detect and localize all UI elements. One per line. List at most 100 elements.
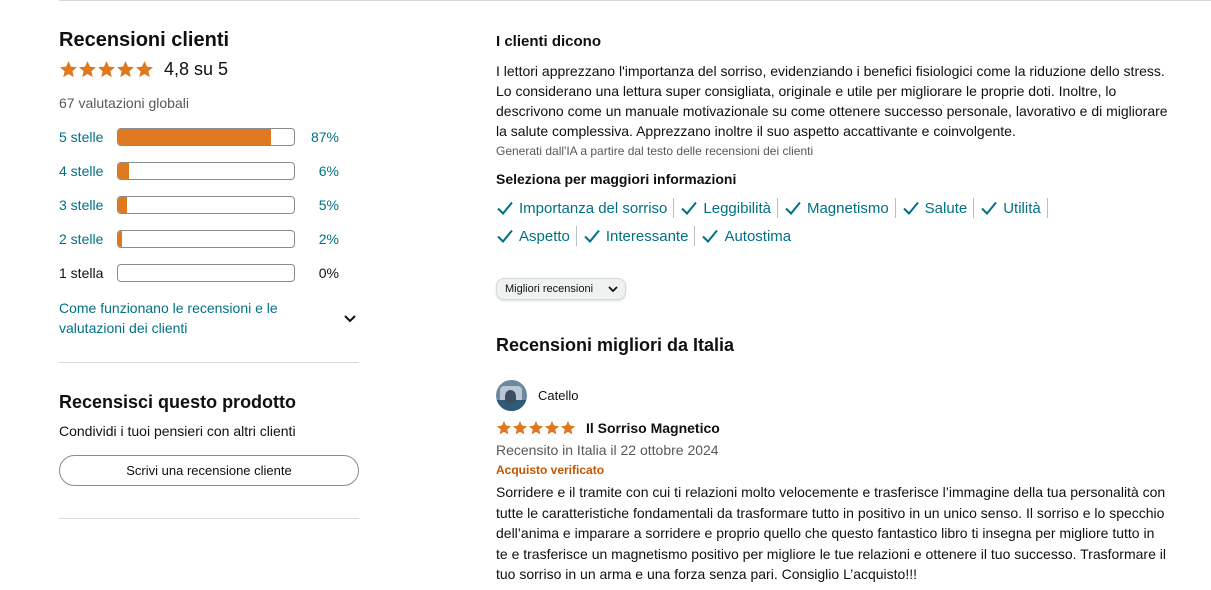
review-title-row[interactable]: Il Sorriso Magnetico — [496, 417, 1176, 439]
aspect-chip[interactable]: Magnetismo — [784, 194, 889, 222]
avatar — [496, 380, 527, 411]
histogram-bar — [117, 230, 295, 248]
ratings-panel: Recensioni clienti 4,8 su 5 67 valutazio… — [59, 28, 359, 519]
ai-generated-note: Generati dall'IA a partire dal testo del… — [496, 144, 814, 158]
histogram-percent: 6% — [318, 163, 339, 179]
histogram-bar-fill — [118, 231, 122, 247]
aspect-chip[interactable]: Salute — [902, 194, 968, 222]
aspect-chips: Importanza del sorriso Leggibilità Magneti… — [496, 194, 1116, 250]
chevron-down-icon — [608, 286, 618, 293]
average-rating[interactable]: 4,8 su 5 — [59, 57, 359, 81]
aspect-chip-label: Interessante — [605, 227, 689, 245]
aspect-chip[interactable]: Interessante — [583, 222, 689, 250]
star-icon — [560, 420, 576, 435]
aspect-separator — [1046, 198, 1048, 218]
aspect-separator — [575, 226, 577, 246]
check-icon — [497, 201, 513, 215]
verified-purchase-badge: Acquisto verificato — [496, 463, 605, 477]
histogram-percent: 0% — [318, 265, 339, 281]
check-icon — [702, 229, 719, 243]
ai-summary-text: I lettori apprezzano l'importanza del so… — [496, 63, 1168, 139]
review-stars — [496, 420, 576, 436]
histogram-label: 4 stelle — [59, 163, 104, 179]
histogram-percent: 5% — [318, 197, 339, 213]
aspect-chip-label: Magnetismo — [806, 199, 889, 217]
average-stars — [59, 60, 154, 79]
review-product-title: Recensisci questo prodotto — [59, 392, 297, 412]
select-more-info-title: Seleziona per maggiori informazioni — [496, 171, 737, 187]
histogram-bar — [117, 196, 295, 214]
histogram-label: 2 stelle — [59, 231, 104, 247]
aspect-chip-label: Autostima — [724, 227, 792, 245]
check-icon — [981, 201, 997, 215]
histogram-bar — [117, 162, 295, 180]
review-product-section: Recensisci questo prodotto Condividi i t… — [59, 390, 359, 486]
section-divider — [59, 362, 359, 363]
star-icon — [79, 60, 96, 77]
average-rating-text: 4,8 su 5 — [164, 58, 229, 79]
histogram-label: 1 stella — [59, 265, 104, 281]
sort-dropdown[interactable]: Migliori recensioni — [496, 278, 627, 300]
histogram-bar-fill — [118, 163, 129, 179]
section-divider — [59, 518, 359, 519]
top-divider — [59, 0, 1211, 1]
rating-histogram: 5 stelle 87% 4 stelle 6% 3 stelle 5% 2 stelle 2… — [59, 120, 359, 290]
how-reviews-work-label: Come funzionano le recensioni e le valut… — [59, 300, 278, 336]
histogram-row[interactable]: 2 stelle 2% — [59, 222, 359, 256]
reviews-main: I clienti dicono I lettori apprezzano l'… — [496, 32, 1176, 585]
star-icon — [136, 60, 153, 77]
histogram-label: 5 stelle — [59, 129, 104, 145]
histogram-percent: 87% — [310, 129, 339, 145]
reviewer-profile[interactable]: Catello — [496, 380, 1176, 411]
histogram-bar — [117, 264, 295, 282]
histogram-row[interactable]: 5 stelle 87% — [59, 120, 359, 154]
sort-dropdown-value: Migliori recensioni — [505, 283, 594, 295]
aspect-separator — [673, 198, 675, 218]
star-icon — [544, 420, 560, 435]
histogram-row[interactable]: 3 stelle 5% — [59, 188, 359, 222]
star-icon — [60, 60, 77, 77]
check-icon — [902, 201, 919, 215]
aspect-chip[interactable]: Utilità — [980, 194, 1041, 222]
aspect-chip-label: Leggibilità — [703, 199, 771, 217]
customers-say-title: I clienti dicono — [496, 33, 602, 50]
top-reviews-title: Recensioni migliori da Italia — [496, 335, 735, 355]
review-title: Il Sorriso Magnetico — [586, 420, 720, 436]
aspect-chip[interactable]: Leggibilità — [680, 194, 771, 222]
histogram-bar — [117, 128, 295, 146]
aspect-chip-label: Aspetto — [519, 227, 570, 245]
star-icon — [117, 60, 134, 77]
aspect-chip-label: Utilità — [1003, 199, 1041, 217]
review-body: Sorridere e il tramite con cui ti relazi… — [496, 484, 1166, 582]
histogram-row[interactable]: 4 stelle 6% — [59, 154, 359, 188]
review-product-subtitle: Condividi i tuoi pensieri con altri clie… — [59, 423, 296, 439]
histogram-percent: 2% — [318, 231, 339, 247]
histogram-bar-fill — [118, 197, 127, 213]
check-icon — [681, 201, 698, 215]
aspect-separator — [694, 226, 696, 246]
check-icon — [584, 229, 600, 243]
ratings-title: Recensioni clienti — [59, 29, 230, 51]
aspect-separator — [776, 198, 778, 218]
histogram-row: 1 stella 0% — [59, 256, 359, 290]
global-ratings-count: 67 valutazioni globali — [59, 95, 189, 111]
aspect-separator — [894, 198, 896, 218]
aspect-chip-label: Salute — [924, 199, 968, 217]
star-icon — [512, 420, 528, 435]
review-date: Recensito in Italia il 22 ottobre 2024 — [496, 442, 719, 458]
aspect-chip[interactable]: Importanza del sorriso — [496, 194, 667, 222]
aspect-chip-label: Importanza del sorriso — [519, 199, 668, 217]
aspect-chip[interactable]: Autostima — [701, 222, 791, 250]
check-icon — [497, 229, 513, 243]
write-review-button[interactable]: Scrivi una recensione cliente — [59, 455, 359, 486]
aspect-chip[interactable]: Aspetto — [496, 222, 570, 250]
star-icon — [98, 60, 115, 77]
aspect-separator — [973, 198, 975, 218]
reviewer-name: Catello — [538, 388, 579, 403]
star-icon — [528, 420, 544, 435]
chevron-down-icon — [344, 315, 356, 323]
check-icon — [785, 201, 801, 215]
histogram-bar-fill — [118, 129, 272, 145]
histogram-label: 3 stelle — [59, 197, 104, 213]
how-reviews-work-toggle[interactable]: Come funzionano le recensioni e le valut… — [59, 298, 359, 338]
